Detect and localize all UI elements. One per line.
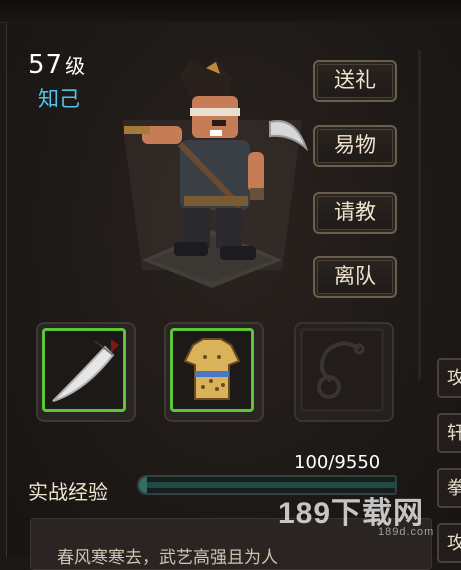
xp-label: 实战经验 <box>28 480 108 504</box>
side-tab-4[interactable]: 攻 <box>437 523 461 563</box>
weapon-slot-frame <box>42 328 126 412</box>
leave-party-button[interactable]: 离队 <box>313 256 397 298</box>
top-bar <box>0 0 461 23</box>
level-unit: 级 <box>65 54 86 78</box>
panel-divider <box>418 50 421 380</box>
gift-button[interactable]: 送礼 <box>313 60 397 102</box>
character-sprite[interactable] <box>120 56 310 276</box>
machete-icon <box>52 339 119 402</box>
dialog-text: 春风寒寒去，武艺高强且为人 <box>57 548 278 568</box>
accessory-slot-icon <box>317 341 365 399</box>
armor-slot[interactable] <box>164 322 264 422</box>
accessory-slot[interactable] <box>294 322 394 422</box>
side-tab-3[interactable]: 拳 <box>437 468 461 508</box>
side-tab-2[interactable]: 轩 <box>437 413 461 453</box>
armor-slot-frame <box>170 328 254 412</box>
armor-icon <box>183 338 241 400</box>
watermark-sub: 189d.com <box>378 526 435 538</box>
weapon-slot[interactable] <box>36 322 136 422</box>
xp-value: 100/9550 <box>294 452 381 473</box>
accessory-slot-frame <box>300 328 384 412</box>
consult-button[interactable]: 请教 <box>313 192 397 234</box>
level-number: 57 <box>28 50 64 80</box>
trade-button[interactable]: 易物 <box>313 125 397 167</box>
character-level: 57 级 <box>28 50 85 80</box>
relationship-status: 知己 <box>38 87 80 111</box>
xp-bar-fill <box>139 477 147 493</box>
side-tab-1[interactable]: 攻 <box>437 358 461 398</box>
